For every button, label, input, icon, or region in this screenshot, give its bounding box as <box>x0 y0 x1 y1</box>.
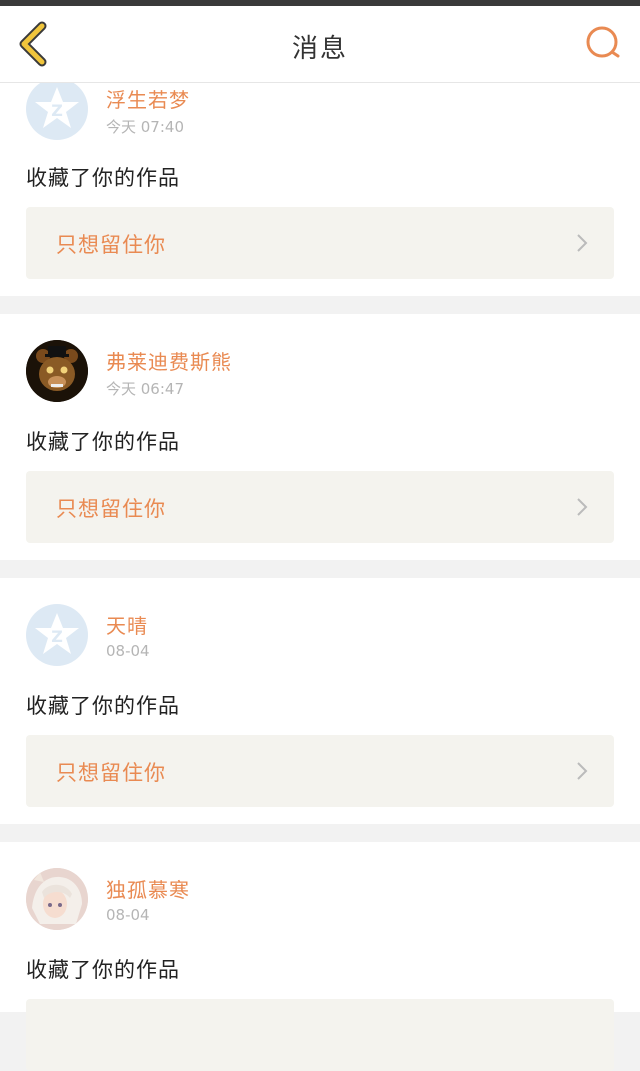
work-link[interactable]: 只想留住你 <box>26 735 614 807</box>
search-icon <box>586 26 620 58</box>
username[interactable]: 浮生若梦 <box>106 84 190 113</box>
default-avatar-icon: Z <box>35 613 79 654</box>
message-card: Z 浮生若梦 今天 07:40 收藏了你的作品 只想留住你 <box>0 70 640 296</box>
work-title: 只想留住你 <box>56 233 166 257</box>
timestamp: 今天 06:47 <box>106 380 184 398</box>
work-link[interactable]: 只想留住你 <box>26 471 614 543</box>
work-title: 只想留住你 <box>56 497 166 521</box>
anime-avatar-icon <box>26 868 88 930</box>
page-title: 消息 <box>291 34 348 64</box>
message-card: 独孤慕寒 08-04 收藏了你的作品 <box>0 842 640 1071</box>
timestamp: 今天 07:40 <box>106 118 184 136</box>
svg-text:Z: Z <box>51 101 63 120</box>
top-nav-bar: 消息 <box>0 6 640 83</box>
chevron-right-icon <box>577 762 588 780</box>
work-link[interactable] <box>26 999 614 1071</box>
action-text: 收藏了你的作品 <box>26 958 180 982</box>
default-avatar-icon: Z <box>35 87 79 128</box>
search-button[interactable] <box>582 22 626 66</box>
message-card: Z 天晴 08-04 收藏了你的作品 只想留住你 <box>0 578 640 824</box>
avatar[interactable]: Z <box>26 78 88 140</box>
username[interactable]: 天晴 <box>106 610 148 639</box>
avatar[interactable] <box>26 868 88 930</box>
avatar[interactable] <box>26 340 88 402</box>
chevron-right-icon <box>577 234 588 252</box>
message-card: 弗莱迪费斯熊 今天 06:47 收藏了你的作品 只想留住你 <box>0 314 640 560</box>
avatar[interactable]: Z <box>26 604 88 666</box>
work-title: 只想留住你 <box>56 761 166 785</box>
bear-avatar-icon <box>26 340 88 402</box>
action-text: 收藏了你的作品 <box>26 694 180 718</box>
work-link[interactable]: 只想留住你 <box>26 207 614 279</box>
timestamp: 08-04 <box>106 906 150 924</box>
username[interactable]: 独孤慕寒 <box>106 874 190 903</box>
chevron-right-icon <box>577 498 588 516</box>
svg-text:Z: Z <box>51 627 63 646</box>
action-text: 收藏了你的作品 <box>26 166 180 190</box>
timestamp: 08-04 <box>106 642 150 660</box>
action-text: 收藏了你的作品 <box>26 430 180 454</box>
username[interactable]: 弗莱迪费斯熊 <box>106 346 232 375</box>
